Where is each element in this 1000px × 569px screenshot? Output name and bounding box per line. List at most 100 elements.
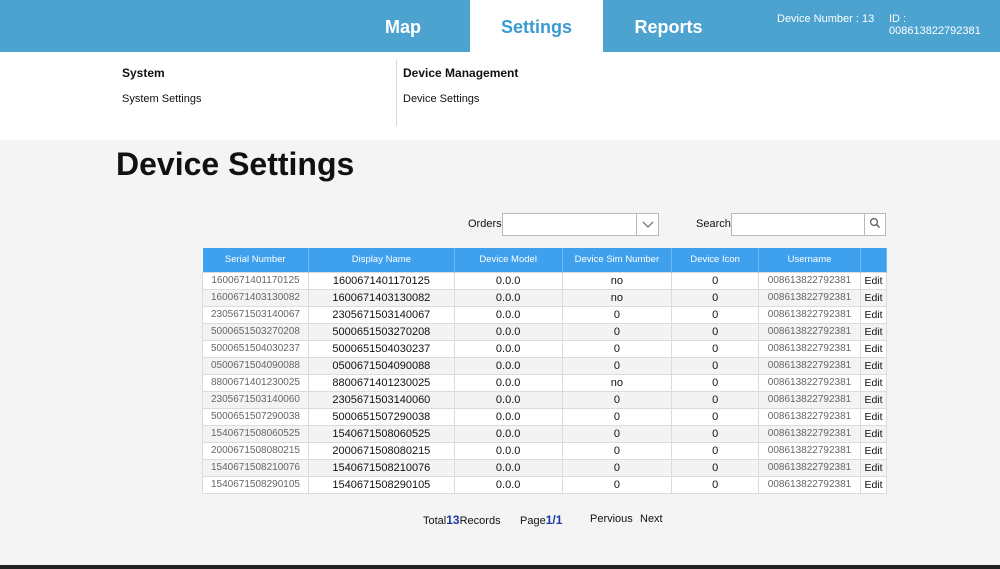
cell-device-icon: 0 bbox=[671, 441, 760, 460]
total-count: 13 bbox=[446, 513, 460, 527]
total-prefix: Total bbox=[423, 515, 447, 527]
total-suffix: Records bbox=[459, 515, 501, 527]
table-row: 5000651507290038 5000651507290038 0.0.0 0 0 0… bbox=[202, 407, 888, 426]
cell-serial-number: 1540671508060525 bbox=[202, 424, 309, 443]
chevron-down-icon[interactable] bbox=[636, 214, 658, 235]
search-button[interactable] bbox=[864, 213, 886, 236]
cell-username: 008613822792381 bbox=[758, 339, 861, 358]
cell-device-icon: 0 bbox=[671, 288, 760, 307]
cell-device-model: 0.0.0 bbox=[453, 424, 563, 443]
device-number-label: Device Number : 13 bbox=[777, 13, 875, 25]
page-title: Device Settings bbox=[116, 146, 355, 182]
search-input[interactable] bbox=[731, 213, 865, 236]
cell-device-sim-number: no bbox=[561, 271, 673, 290]
edit-link[interactable]: Edit bbox=[859, 288, 888, 307]
device-id-label: ID : 008613822792381 bbox=[889, 13, 981, 37]
col-device-icon: Device Icon bbox=[671, 248, 760, 272]
cell-display-name: 0500671504090088 bbox=[307, 356, 455, 375]
col-device-model: Device Model bbox=[454, 248, 563, 272]
cell-serial-number: 5000651504030237 bbox=[202, 339, 309, 358]
col-username: Username bbox=[758, 248, 861, 272]
cell-display-name: 5000651503270208 bbox=[307, 322, 455, 341]
cell-device-model: 0.0.0 bbox=[453, 288, 563, 307]
cell-device-model: 0.0.0 bbox=[453, 322, 563, 341]
tab-settings[interactable]: Settings bbox=[470, 0, 603, 52]
edit-link[interactable]: Edit bbox=[859, 373, 888, 392]
cell-serial-number: 1540671508210076 bbox=[202, 458, 309, 477]
orders-label: Orders bbox=[468, 218, 502, 230]
edit-link[interactable]: Edit bbox=[859, 458, 888, 477]
submenu-system-title: System bbox=[122, 66, 165, 80]
tab-reports[interactable]: Reports bbox=[617, 0, 720, 52]
table-row: 8800671401230025 8800671401230025 0.0.0 no 0… bbox=[202, 373, 888, 392]
cell-device-sim-number: 0 bbox=[561, 390, 673, 409]
edit-link[interactable]: Edit bbox=[859, 475, 888, 494]
bottom-border bbox=[0, 565, 1000, 569]
cell-device-sim-number: 0 bbox=[561, 441, 673, 460]
submenu-device-management-title: Device Management bbox=[403, 66, 519, 80]
cell-device-icon: 0 bbox=[671, 339, 760, 358]
device-table: Serial Number Display Name Device Model … bbox=[202, 248, 888, 494]
cell-serial-number: 8800671401230025 bbox=[202, 373, 309, 392]
cell-serial-number: 2000671508080215 bbox=[202, 441, 309, 460]
page-value: 1/1 bbox=[545, 513, 563, 527]
cell-device-icon: 0 bbox=[671, 373, 760, 392]
cell-device-sim-number: 0 bbox=[561, 407, 673, 426]
col-device-sim-number: Device Sim Number bbox=[562, 248, 673, 272]
cell-device-model: 0.0.0 bbox=[453, 441, 563, 460]
cell-device-sim-number: 0 bbox=[561, 322, 673, 341]
cell-display-name: 1600671401170125 bbox=[307, 271, 455, 290]
cell-username: 008613822792381 bbox=[758, 458, 861, 477]
table-row: 1600671403130082 1600671403130082 0.0.0 no 0… bbox=[202, 288, 888, 307]
cell-device-sim-number: 0 bbox=[561, 305, 673, 324]
table-row: 1540671508060525 1540671508060525 0.0.0 0 0 0… bbox=[202, 424, 888, 443]
cell-username: 008613822792381 bbox=[758, 475, 861, 494]
edit-link[interactable]: Edit bbox=[859, 424, 888, 443]
edit-link[interactable]: Edit bbox=[859, 356, 888, 375]
cell-username: 008613822792381 bbox=[758, 271, 861, 290]
orders-dropdown[interactable] bbox=[502, 213, 659, 236]
cell-device-model: 0.0.0 bbox=[453, 458, 563, 477]
system-settings-link[interactable]: System Settings bbox=[122, 93, 201, 105]
edit-link[interactable]: Edit bbox=[859, 407, 888, 426]
cell-device-icon: 0 bbox=[671, 458, 760, 477]
cell-username: 008613822792381 bbox=[758, 305, 861, 324]
edit-link[interactable]: Edit bbox=[859, 390, 888, 409]
cell-device-model: 0.0.0 bbox=[453, 339, 563, 358]
cell-device-icon: 0 bbox=[671, 424, 760, 443]
cell-device-model: 0.0.0 bbox=[453, 356, 563, 375]
device-settings-link[interactable]: Device Settings bbox=[403, 93, 479, 105]
cell-username: 008613822792381 bbox=[758, 356, 861, 375]
cell-device-sim-number: 0 bbox=[561, 475, 673, 494]
cell-username: 008613822792381 bbox=[758, 390, 861, 409]
edit-link[interactable]: Edit bbox=[859, 339, 888, 358]
table-row: 1540671508290105 1540671508290105 0.0.0 0 0 0… bbox=[202, 475, 888, 494]
table-row: 5000651504030237 5000651504030237 0.0.0 0 0 0… bbox=[202, 339, 888, 358]
cell-display-name: 5000651507290038 bbox=[307, 407, 455, 426]
edit-link[interactable]: Edit bbox=[859, 271, 888, 290]
cell-device-icon: 0 bbox=[671, 322, 760, 341]
cell-serial-number: 1540671508290105 bbox=[202, 475, 309, 494]
submenu-divider bbox=[396, 60, 397, 126]
edit-link[interactable]: Edit bbox=[859, 322, 888, 341]
next-page-link[interactable]: Next bbox=[640, 513, 663, 525]
tab-map[interactable]: Map bbox=[355, 0, 451, 52]
cell-device-icon: 0 bbox=[671, 305, 760, 324]
edit-link[interactable]: Edit bbox=[859, 441, 888, 460]
table-row: 2305671503140060 2305671503140060 0.0.0 0 0 0… bbox=[202, 390, 888, 409]
previous-page-link[interactable]: Pervious bbox=[590, 513, 633, 525]
cell-serial-number: 2305671503140060 bbox=[202, 390, 309, 409]
top-nav-bar: Map Settings Reports Device Number : 13 … bbox=[0, 0, 1000, 52]
cell-serial-number: 2305671503140067 bbox=[202, 305, 309, 324]
table-row: 5000651503270208 5000651503270208 0.0.0 0 0 0… bbox=[202, 322, 888, 341]
col-actions bbox=[860, 248, 888, 272]
page-prefix: Page bbox=[520, 515, 546, 527]
cell-serial-number: 5000651503270208 bbox=[202, 322, 309, 341]
cell-username: 008613822792381 bbox=[758, 407, 861, 426]
cell-device-model: 0.0.0 bbox=[453, 271, 563, 290]
edit-link[interactable]: Edit bbox=[859, 305, 888, 324]
cell-device-icon: 0 bbox=[671, 475, 760, 494]
cell-username: 008613822792381 bbox=[758, 288, 861, 307]
cell-serial-number: 5000651507290038 bbox=[202, 407, 309, 426]
cell-device-model: 0.0.0 bbox=[453, 475, 563, 494]
